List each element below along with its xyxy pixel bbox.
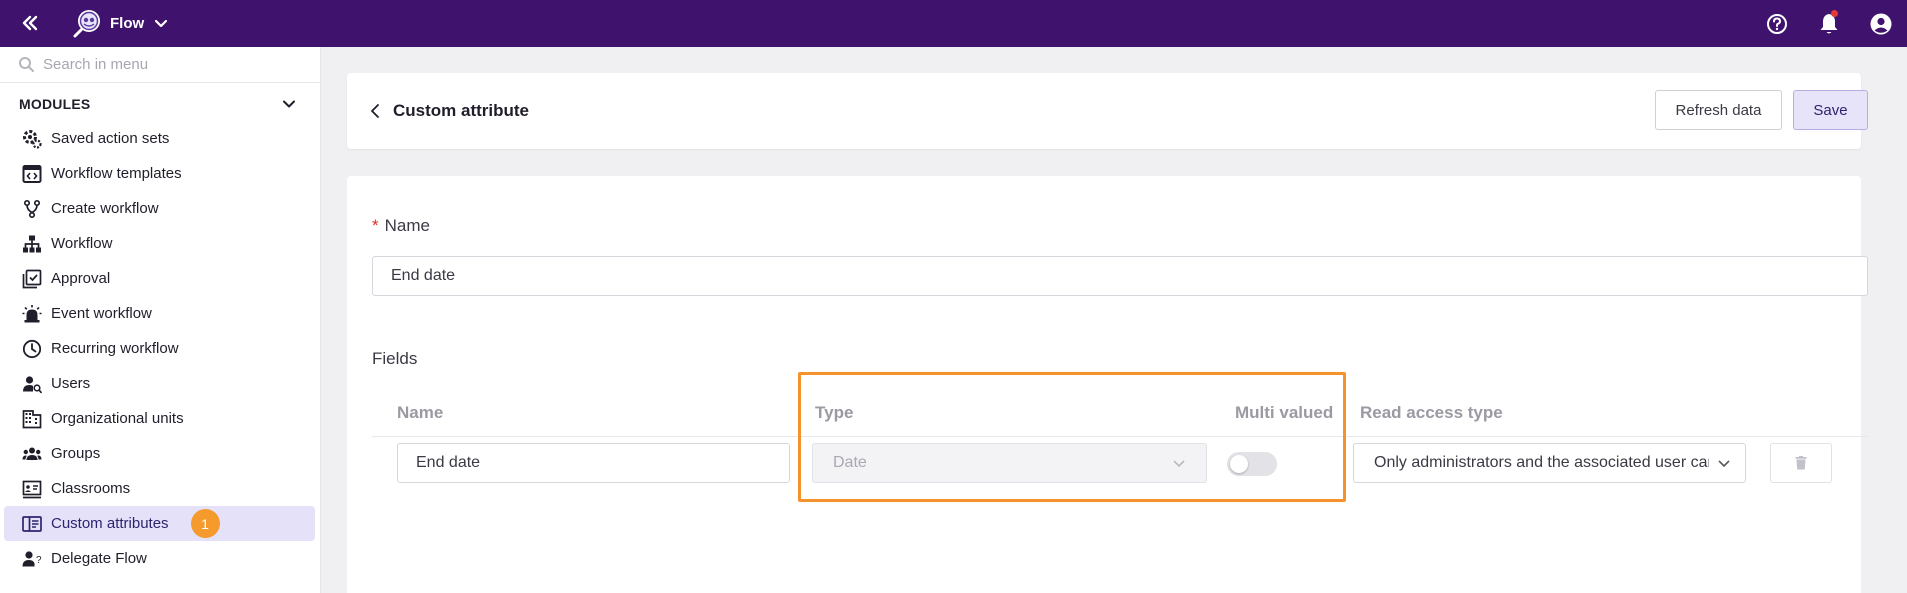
chevron-down-icon: [1173, 460, 1185, 468]
branch-icon: [22, 199, 42, 219]
notification-dot: [1831, 10, 1838, 17]
attribute-form: * Name Fields Name Type Multi valued Read…: [347, 176, 1868, 593]
modules-nav: Saved action sets Workflow templates Cre…: [0, 121, 320, 576]
classroom-icon: [22, 479, 42, 499]
sidebar: MODULES Saved action sets Workflow templ…: [0, 47, 321, 593]
chevron-down-icon: [155, 19, 168, 28]
sidebar-item-organizational-units[interactable]: Organizational units: [4, 401, 315, 436]
chevron-down-icon: [283, 100, 295, 108]
svg-text:?: ?: [36, 555, 42, 566]
search-input[interactable]: [43, 56, 303, 73]
step-badge: 1: [190, 509, 220, 538]
sidebar-item-users[interactable]: Users: [4, 366, 315, 401]
sidebar-item-approval[interactable]: Approval: [4, 261, 315, 296]
name-label-text: Name: [384, 216, 430, 235]
account-icon[interactable]: [1855, 0, 1907, 47]
notification-bell-icon[interactable]: [1803, 0, 1855, 47]
required-mark: *: [372, 216, 379, 235]
menu-search: [0, 47, 320, 83]
field-type-value: Date: [833, 454, 867, 471]
fields-label: Fields: [372, 349, 418, 368]
sidebar-item-label: Classrooms: [51, 480, 131, 497]
field-name-input[interactable]: [397, 443, 790, 483]
name-field[interactable]: [372, 256, 1868, 296]
column-header-read-access-type: Read access type: [1360, 403, 1503, 422]
sidebar-item-label: Delegate Flow: [51, 550, 147, 567]
sidebar-item-label: Event workflow: [51, 305, 152, 322]
column-header-multi-valued: Multi valued: [1235, 403, 1334, 422]
page-title: Custom attribute: [393, 101, 529, 120]
multi-valued-toggle[interactable]: [1227, 452, 1277, 476]
sidebar-item-label: Recurring workflow: [51, 340, 179, 357]
field-type-select: Date: [812, 443, 1207, 483]
column-header-type: Type: [815, 403, 854, 422]
refresh-data-button[interactable]: Refresh data: [1655, 90, 1782, 130]
save-button[interactable]: Save: [1793, 90, 1868, 130]
sidebar-item-event-workflow[interactable]: Event workflow: [4, 296, 315, 331]
sidebar-item-saved-action-sets[interactable]: Saved action sets: [4, 121, 315, 156]
sidebar-item-label: Users: [51, 375, 91, 392]
read-access-type-value: Only administrators and the associated u…: [1374, 454, 1709, 471]
name-label: * Name: [372, 216, 430, 236]
sidebar-item-label: Workflow: [51, 235, 113, 252]
back-arrow-icon[interactable]: [369, 101, 385, 121]
alarm-icon: [22, 304, 42, 324]
modules-section-toggle[interactable]: MODULES: [0, 87, 320, 121]
column-header-name: Name: [397, 403, 444, 422]
trash-icon: [1795, 456, 1807, 470]
sidebar-item-delegate-flow[interactable]: ? Delegate Flow: [4, 541, 315, 576]
gear-cog-icon: [22, 129, 42, 149]
hierarchy-icon: [22, 234, 42, 254]
flow-logo-icon: [73, 10, 100, 38]
sidebar-item-label: Groups: [51, 445, 101, 462]
header-divider: [372, 436, 1868, 437]
top-icons: [1751, 0, 1907, 47]
sidebar-item-label: Approval: [51, 270, 111, 287]
template-icon: [22, 164, 42, 184]
top-bar: Flow: [0, 0, 1907, 47]
approval-icon: [22, 269, 42, 289]
collapse-menu-icon[interactable]: [18, 11, 42, 35]
sidebar-item-create-workflow[interactable]: Create workflow: [4, 191, 315, 226]
sidebar-item-recurring-workflow[interactable]: Recurring workflow: [4, 331, 315, 366]
user-search-icon: [22, 374, 42, 394]
app-name: Flow: [110, 14, 145, 32]
custom-attribute-icon: [22, 514, 42, 534]
sidebar-item-classrooms[interactable]: Classrooms: [4, 471, 315, 506]
building-icon: [22, 409, 42, 429]
sidebar-item-workflow[interactable]: Workflow: [4, 226, 315, 261]
read-access-type-select[interactable]: Only administrators and the associated u…: [1353, 443, 1746, 483]
sidebar-item-label: Custom attributes: [51, 515, 169, 532]
delegate-user-icon: ?: [22, 549, 42, 569]
chevron-down-icon: [1718, 460, 1730, 468]
sidebar-item-label: Create workflow: [51, 200, 159, 217]
toggle-knob: [1230, 455, 1248, 473]
sidebar-item-label: Organizational units: [51, 410, 184, 427]
sidebar-item-workflow-templates[interactable]: Workflow templates: [4, 156, 315, 191]
clock-icon: [22, 339, 42, 359]
delete-field-button[interactable]: [1770, 443, 1832, 483]
help-icon[interactable]: [1751, 0, 1803, 47]
sidebar-item-custom-attributes[interactable]: Custom attributes 1: [4, 506, 315, 541]
sidebar-item-groups[interactable]: Groups: [4, 436, 315, 471]
modules-label: MODULES: [19, 96, 91, 112]
sidebar-item-label: Workflow templates: [51, 165, 182, 182]
sidebar-item-label: Saved action sets: [51, 130, 170, 147]
group-icon: [22, 444, 42, 464]
page-header: Custom attribute Refresh data Save: [347, 73, 1868, 149]
app-switcher[interactable]: Flow: [72, 6, 168, 40]
search-icon: [19, 57, 34, 72]
